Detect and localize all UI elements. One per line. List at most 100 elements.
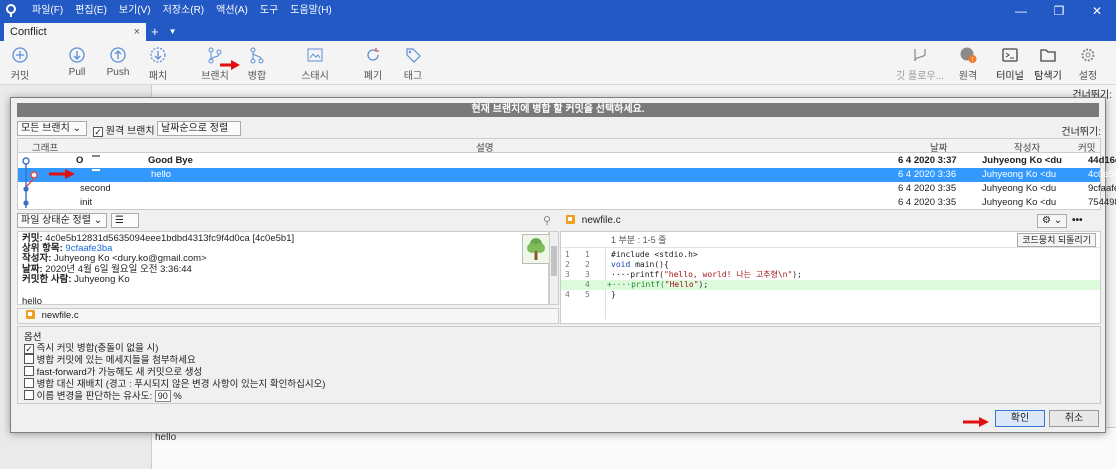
branch-filter-select[interactable]: 모든 브랜치 ⌄ [17,121,87,136]
commit-table-header: 그래프 설명 날짜 작성자 커밋 [18,139,1100,154]
commit-graph [22,157,38,208]
menu-actions[interactable]: 액션(A) [210,0,254,22]
commit-date: 6 4 2020 3:35 [898,197,957,208]
checkbox[interactable] [24,378,34,388]
tab-conflict[interactable]: Conflict × [4,23,146,41]
modified-file-icon [566,215,575,224]
commit-details: 커밋: 4c0e5b12831d5635094eee1bdbd4313fc9f4… [17,231,550,308]
diff-line: 3 3 ····printf("hello, world! 나는 고추형\n"); [565,270,802,279]
diff-line: 2 2 void main(){ [565,260,669,269]
commit-hash: 754498c [1088,197,1116,208]
column-date[interactable]: 날짜 [930,140,947,154]
list-view-icon: ☰ [115,215,124,226]
git-flow-button[interactable]: 깃 플로우... [895,46,945,82]
new-tab-icon[interactable]: + [146,23,164,41]
checkbox[interactable] [24,354,34,364]
toolbar: 커밋 Pull Push 패치 브랜치 병합 스태시 폐기 태그 깃 플로우..… [0,41,1116,85]
merge-icon [250,47,264,64]
commit-icon [12,47,28,63]
diff-line: 4 5} [565,290,616,299]
tab-title: Conflict [10,26,47,38]
commit-message: Good Bye [148,155,193,166]
commit-hash: 44d16e8 [1088,155,1116,166]
fetch-button[interactable]: 패치 [138,46,178,82]
table-row[interactable]: second 6 4 2020 3:35 Juhyeong Ko <du 9cf… [18,182,1116,196]
merge-button[interactable]: 병합 [237,46,277,82]
menu-help[interactable]: 도움말(H) [284,0,337,22]
column-commit[interactable]: 커밋 [1078,140,1095,154]
search-icon[interactable]: ⚲ [543,214,551,227]
scrollbar-thumb[interactable] [551,246,557,276]
menu-edit[interactable]: 편집(E) [69,0,113,22]
view-mode-select[interactable]: ☰ ⌄ [111,213,139,239]
commit-date: 6 4 2020 3:35 [898,183,957,194]
discard-icon [367,48,379,61]
pull-button[interactable]: Pull [57,46,97,78]
gear-icon [1081,48,1095,62]
window-controls: — ❐ ✕ [1002,0,1116,22]
tab-close-icon[interactable]: × [134,23,146,41]
commit-message: second [80,183,111,194]
tab-bar: Conflict × + ▼ [0,22,1116,41]
ok-button[interactable]: 확인 [995,410,1045,427]
tag-button[interactable]: 태그 [393,46,433,82]
diff-filename: newfile.c [581,215,621,226]
restore-icon[interactable]: ❐ [1040,0,1078,22]
table-row[interactable]: init 6 4 2020 3:35 Juhyeong Ko <du 75449… [18,196,1116,210]
table-row-selected[interactable]: ⑂newBranch hello 6 4 2020 3:36 Juhyeong … [18,168,1116,182]
menu-tools[interactable]: 도구 [254,0,284,22]
column-author[interactable]: 작성자 [1014,140,1040,154]
percent-label: % [173,391,182,402]
checkbox[interactable] [24,366,34,376]
explorer-button[interactable]: 탐색기 [1028,46,1068,82]
menu-view[interactable]: 보기(V) [113,0,157,22]
close-icon[interactable]: ✕ [1078,0,1116,22]
terminal-button[interactable]: 터미널 [990,46,1030,82]
commit-author: Juhyeong Ko <du [982,183,1057,194]
column-description[interactable]: 설명 [476,140,493,154]
commit-hash: 9cfaafe [1088,183,1116,194]
remote-button[interactable]: ! 원격 [948,46,988,82]
commit-button[interactable]: 커밋 [0,46,40,82]
revert-hunk-button[interactable]: 코드뭉치 되돌리기 [1017,233,1096,247]
option-rename-similarity[interactable]: 이름 변경을 판단하는 유사도: 90 % [24,388,182,402]
remote-branch-checkbox[interactable]: ✓ [93,127,103,137]
commit-detail-message: hello [22,296,43,308]
commit-table: 그래프 설명 날짜 작성자 커밋 O ⑂master Good Bye 6 4 … [17,138,1116,210]
column-graph[interactable]: 그래프 [32,140,58,154]
details-scrollbar[interactable] [549,231,559,305]
sort-select[interactable]: 날짜순으로 정렬 ⌄ [157,121,241,147]
menu-repository[interactable]: 저장소(R) [157,0,210,22]
annotation-arrow-ok [963,417,989,427]
annotation-arrow-branch [49,169,75,179]
more-options-icon[interactable]: ••• [1072,212,1083,230]
merge-options: 옵션 ✓ 즉시 커밋 병합(충돌이 없을 시) 병합 커밋에 있는 메세지들을 … [17,326,1101,404]
table-row[interactable]: O ⑂master Good Bye 6 4 2020 3:37 Juhyeon… [18,154,1116,168]
push-icon [110,47,126,63]
terminal-icon [1002,48,1018,62]
fetch-icon [150,47,166,63]
file-sort-select[interactable]: 파일 상태순 정렬 ⌄ [17,213,107,228]
chevron-down-icon: ⌄ [93,215,103,226]
discard-button[interactable]: 폐기 [353,46,393,82]
tab-dropdown-icon[interactable]: ▼ [164,23,182,41]
similarity-input[interactable]: 90 [154,390,171,402]
settings-button[interactable]: 설정 [1068,46,1108,82]
cancel-button[interactable]: 취소 [1049,410,1099,427]
minimize-icon[interactable]: — [1002,0,1040,22]
app-logo-icon [0,0,22,22]
stash-button[interactable]: 스태시 [295,46,335,82]
modified-file-icon [26,310,35,319]
remote-branch-toggle[interactable]: ✓ 원격 브랜치 [93,122,155,137]
push-button[interactable]: Push [98,46,138,78]
checkbox[interactable] [24,390,34,400]
dialog-header: 현재 브랜치에 병합 할 커밋을 선택하세요. [17,103,1099,117]
diff-options-button[interactable]: ⚙ ⌄ [1037,214,1068,228]
remote-globe-icon: ! [960,47,977,64]
git-flow-icon [914,49,926,62]
commit-date: 6 4 2020 3:37 [898,155,957,166]
menu-file[interactable]: 파일(F) [26,0,69,22]
commit-author: Juhyeong Ko <du [982,169,1057,180]
branch-badge-newbranch: ⑂newBranch [92,169,100,171]
changed-file-item[interactable]: newfile.c [17,308,559,324]
